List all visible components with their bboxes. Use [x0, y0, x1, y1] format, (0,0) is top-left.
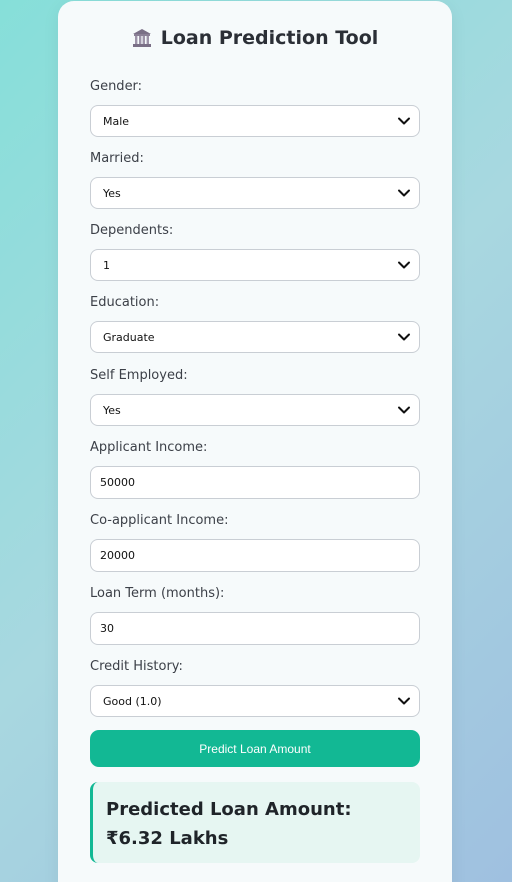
coapplicant-income-input-box: [90, 539, 420, 572]
education-value: Graduate: [103, 330, 155, 344]
self-employed-field: Self Employed: Yes: [90, 367, 420, 426]
gender-value: Male: [103, 114, 130, 128]
credit-history-select[interactable]: Good (1.0): [90, 685, 420, 717]
page-title-text: Loan Prediction Tool: [160, 27, 379, 49]
self-employed-label: Self Employed:: [90, 368, 188, 383]
married-value: Yes: [103, 186, 121, 200]
education-label: Education:: [90, 295, 160, 310]
education-select[interactable]: Graduate: [90, 321, 420, 353]
chevron-down-icon: [398, 697, 410, 705]
chevron-down-icon: [398, 117, 410, 125]
applicant-income-field: Applicant Income:: [90, 439, 420, 499]
credit-history-label: Credit History:: [90, 659, 183, 674]
coapplicant-income-field: Co-applicant Income:: [90, 512, 420, 572]
married-label: Married:: [90, 151, 144, 166]
loan-term-label: Loan Term (months):: [90, 586, 225, 601]
page-title: Loan Prediction Tool: [58, 27, 452, 49]
chevron-down-icon: [398, 406, 410, 414]
loan-form-card: Loan Prediction Tool Gender: Male Marrie…: [58, 1, 452, 882]
credit-history-value: Good (1.0): [103, 694, 162, 708]
coapplicant-income-input[interactable]: [100, 549, 411, 562]
self-employed-select[interactable]: Yes: [90, 394, 420, 426]
applicant-income-input[interactable]: [100, 476, 411, 489]
dependents-field: Dependents: 1: [90, 222, 420, 281]
dependents-select[interactable]: 1: [90, 249, 420, 281]
prediction-result: Predicted Loan Amount: ₹6.32 Lakhs: [90, 782, 420, 863]
predict-loan-button[interactable]: Predict Loan Amount: [90, 730, 420, 767]
applicant-income-label: Applicant Income:: [90, 440, 208, 455]
bank-icon: [132, 29, 151, 47]
loan-term-field: Loan Term (months):: [90, 585, 420, 645]
chevron-down-icon: [398, 333, 410, 341]
dependents-label: Dependents:: [90, 223, 174, 238]
self-employed-value: Yes: [103, 403, 121, 417]
gender-field: Gender: Male: [90, 78, 420, 137]
dependents-value: 1: [103, 258, 110, 272]
loan-term-input-box: [90, 612, 420, 645]
coapplicant-income-label: Co-applicant Income:: [90, 513, 229, 528]
married-select[interactable]: Yes: [90, 177, 420, 209]
loan-term-input[interactable]: [100, 622, 411, 635]
chevron-down-icon: [398, 189, 410, 197]
credit-history-field: Credit History: Good (1.0): [90, 658, 420, 717]
applicant-income-input-box: [90, 466, 420, 499]
chevron-down-icon: [398, 261, 410, 269]
married-field: Married: Yes: [90, 150, 420, 209]
gender-select[interactable]: Male: [90, 105, 420, 137]
gender-label: Gender:: [90, 79, 143, 94]
education-field: Education: Graduate: [90, 294, 420, 353]
